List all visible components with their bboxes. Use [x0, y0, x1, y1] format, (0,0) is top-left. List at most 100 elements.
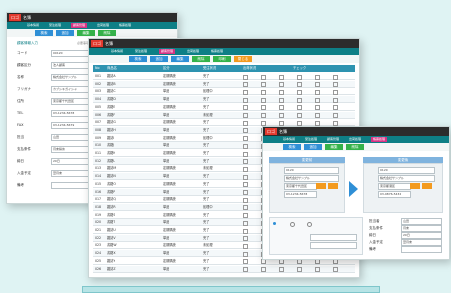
row-checkbox[interactable]	[333, 82, 338, 88]
row-checkbox[interactable]	[279, 105, 284, 111]
table-row[interactable]: 001 雑誌A 定期購読 完了	[93, 73, 355, 80]
row-checkbox[interactable]	[279, 267, 284, 272]
before-name[interactable]: 株式会社サンプル	[284, 175, 339, 182]
row-checkbox[interactable]	[297, 89, 302, 95]
menu-item-1[interactable]: 基本情報	[283, 137, 295, 142]
row-checkbox[interactable]	[279, 97, 284, 103]
row-checkbox[interactable]	[243, 236, 248, 242]
row-checkbox[interactable]	[243, 220, 248, 226]
row-checkbox[interactable]	[243, 166, 248, 172]
print-button[interactable]: 印刷	[213, 56, 231, 62]
add-button[interactable]: 追加	[56, 30, 74, 36]
table-row[interactable]: 026 雑誌Z 単品 完了	[93, 265, 355, 273]
radio-3[interactable]	[307, 222, 312, 227]
menu-item-5[interactable]: 帳票処理	[371, 137, 388, 142]
row-checkbox[interactable]	[279, 74, 284, 80]
option-field-1[interactable]	[310, 234, 357, 241]
row-checkbox[interactable]	[243, 89, 248, 95]
edit-button[interactable]: 編集	[77, 30, 95, 36]
row-checkbox[interactable]	[243, 151, 248, 157]
row-checkbox[interactable]	[333, 74, 338, 80]
menu-item-1[interactable]: 基本情報	[111, 49, 123, 54]
row-checkbox[interactable]	[315, 82, 320, 88]
row-checkbox[interactable]	[297, 105, 302, 111]
table-row[interactable]: 004 書籍D 単品 完了	[93, 96, 355, 104]
radio-2[interactable]	[290, 222, 295, 227]
row-checkbox[interactable]	[243, 128, 248, 134]
edit-button[interactable]: 編集	[171, 56, 189, 62]
table-row[interactable]: 003 雑誌C 単品 処理中	[93, 88, 355, 96]
row-checkbox[interactable]	[243, 120, 248, 126]
menu-item-5[interactable]: 帳票処理	[119, 23, 131, 28]
before-code[interactable]: 0120	[284, 167, 339, 174]
row-checkbox[interactable]	[261, 120, 266, 126]
row-checkbox[interactable]	[333, 97, 338, 103]
row-checkbox[interactable]	[297, 120, 302, 126]
row-checkbox[interactable]	[279, 89, 284, 95]
row-checkbox[interactable]	[261, 259, 266, 265]
row-checkbox[interactable]	[333, 105, 338, 111]
row-checkbox[interactable]	[243, 228, 248, 234]
row-checkbox[interactable]	[243, 74, 248, 80]
row-checkbox[interactable]	[297, 113, 302, 118]
row-checkbox[interactable]	[243, 159, 248, 165]
row-checkbox[interactable]	[243, 113, 248, 118]
after-name[interactable]: 株式会社サンプル	[378, 175, 435, 182]
row-checkbox[interactable]	[279, 113, 284, 118]
row-checkbox[interactable]	[315, 105, 320, 111]
before-tel[interactable]: 03-1234-5678	[284, 191, 317, 198]
after-address[interactable]: 東京都港区	[378, 183, 411, 190]
row-checkbox[interactable]	[315, 74, 320, 80]
menu-item-1[interactable]: 基本情報	[27, 23, 39, 28]
row-checkbox[interactable]	[243, 243, 248, 249]
option-field-2[interactable]	[310, 242, 357, 249]
row-checkbox[interactable]	[243, 197, 248, 203]
add-button[interactable]: 追加	[304, 144, 322, 150]
search-button[interactable]: 検索	[129, 56, 147, 62]
row-checkbox[interactable]	[243, 136, 248, 142]
table-row[interactable]: 006 書籍F 単品 未処理	[93, 111, 355, 119]
menu-item-3[interactable]: 顧客管理	[71, 23, 88, 28]
menu-item-4[interactable]: 出荷処理	[97, 23, 109, 28]
row-checkbox[interactable]	[297, 259, 302, 265]
table-row[interactable]: 005 書籍E 定期購読 完了	[93, 104, 355, 111]
summary-value[interactable]: 20日	[401, 232, 442, 239]
row-checkbox[interactable]	[279, 120, 284, 126]
menu-item-5[interactable]: 帳票処理	[211, 49, 223, 54]
row-checkbox[interactable]	[243, 205, 248, 211]
menu-item-4[interactable]: 出荷処理	[349, 137, 361, 142]
row-checkbox[interactable]	[333, 267, 338, 272]
table-row[interactable]: 002 雑誌B 定期購読 完了	[93, 80, 355, 88]
row-checkbox[interactable]	[261, 74, 266, 80]
row-checkbox[interactable]	[243, 174, 248, 180]
delete-button[interactable]: 削除	[346, 144, 364, 150]
after-tel[interactable]: 03-9876-5432	[378, 191, 411, 198]
row-checkbox[interactable]	[243, 143, 248, 149]
row-checkbox[interactable]	[333, 259, 338, 265]
row-checkbox[interactable]	[261, 113, 266, 118]
row-checkbox[interactable]	[243, 213, 248, 219]
row-checkbox[interactable]	[297, 74, 302, 80]
menu-item-2[interactable]: 受注処理	[49, 23, 61, 28]
menu-item-3[interactable]: 顧客管理	[159, 49, 176, 54]
row-checkbox[interactable]	[243, 105, 248, 111]
delete-button[interactable]: 削除	[192, 56, 210, 62]
after-code[interactable]: 0120	[378, 167, 435, 174]
menu-item-2[interactable]: 受注処理	[305, 137, 317, 142]
summary-value[interactable]: 山田	[401, 218, 442, 225]
close-button[interactable]: 閉じる	[234, 56, 252, 62]
row-checkbox[interactable]	[315, 89, 320, 95]
row-checkbox[interactable]	[261, 89, 266, 95]
row-checkbox[interactable]	[279, 259, 284, 265]
menu-item-4[interactable]: 出荷処理	[187, 49, 199, 54]
delete-button[interactable]: 削除	[98, 30, 116, 36]
row-checkbox[interactable]	[333, 120, 338, 126]
row-checkbox[interactable]	[315, 120, 320, 126]
radio-1[interactable]	[273, 222, 276, 225]
row-checkbox[interactable]	[333, 89, 338, 95]
row-checkbox[interactable]	[297, 97, 302, 103]
row-checkbox[interactable]	[279, 82, 284, 88]
row-checkbox[interactable]	[315, 267, 320, 272]
row-checkbox[interactable]	[243, 182, 248, 188]
row-checkbox[interactable]	[315, 97, 320, 103]
